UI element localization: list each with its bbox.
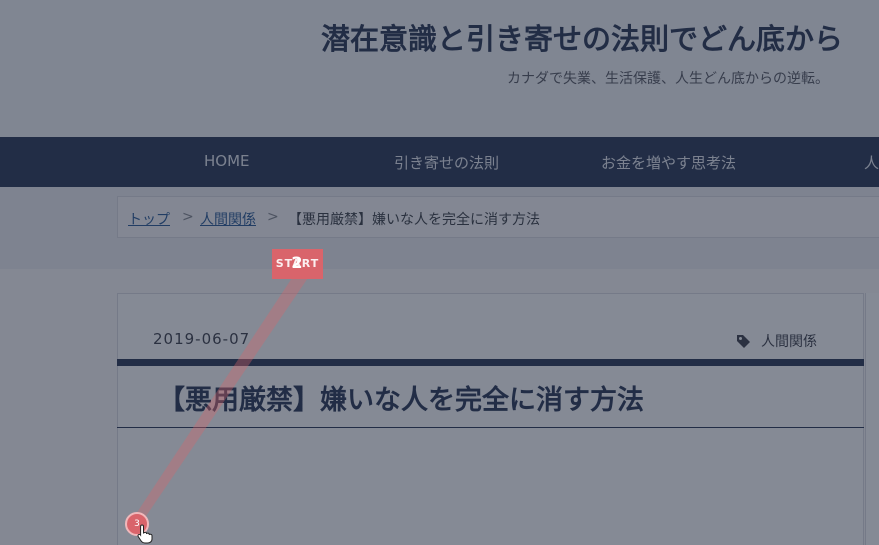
site-tagline: カナダで失業、生活保護、人生どん底からの逆転。 <box>507 71 829 87</box>
nav-item-law-of-attraction[interactable]: 引き寄せの法則 <box>394 152 499 173</box>
post-category-tag[interactable]: 人間関係 <box>736 331 817 351</box>
site-title[interactable]: 潜在意識と引き寄せの法則でどん底から <box>321 16 843 58</box>
breadcrumb-link-category[interactable]: 人間関係 <box>200 209 256 229</box>
sidebar-edge <box>865 293 879 545</box>
site-header: 潜在意識と引き寄せの法則でどん底から カナダで失業、生活保護、人生どん底からの逆… <box>0 0 879 137</box>
title-divider <box>117 427 864 428</box>
nav-item-money-mindset[interactable]: お金を増やす思考法 <box>601 152 736 173</box>
post-tag-label: 人間関係 <box>761 334 817 350</box>
breadcrumb-link-top[interactable]: トップ <box>128 209 170 229</box>
hand-cursor-icon <box>137 524 153 544</box>
page: 潜在意識と引き寄せの法則でどん底から カナダで失業、生活保護、人生どん底からの逆… <box>0 0 879 545</box>
step-number: 2 <box>291 253 304 272</box>
tag-icon <box>737 335 750 348</box>
breadcrumb-separator: > <box>267 209 279 225</box>
start-badge: START 2 <box>272 249 323 279</box>
breadcrumb: トップ > 人間関係 > 【悪用厳禁】嫌いな人を完全に消す方法 <box>117 196 879 238</box>
post-title: 【悪用厳禁】嫌いな人を完全に消す方法 <box>158 385 644 416</box>
nav-item-relationships[interactable]: 人 <box>864 152 879 173</box>
breadcrumb-current: 【悪用厳禁】嫌いな人を完全に消す方法 <box>288 212 540 228</box>
breadcrumb-separator: > <box>182 209 194 225</box>
nav-item-home[interactable]: HOME <box>204 152 250 170</box>
global-nav: HOME 引き寄せの法則 お金を増やす思考法 人 <box>0 137 879 187</box>
title-bar <box>117 359 864 366</box>
post-date: 2019-06-07 <box>153 330 251 348</box>
